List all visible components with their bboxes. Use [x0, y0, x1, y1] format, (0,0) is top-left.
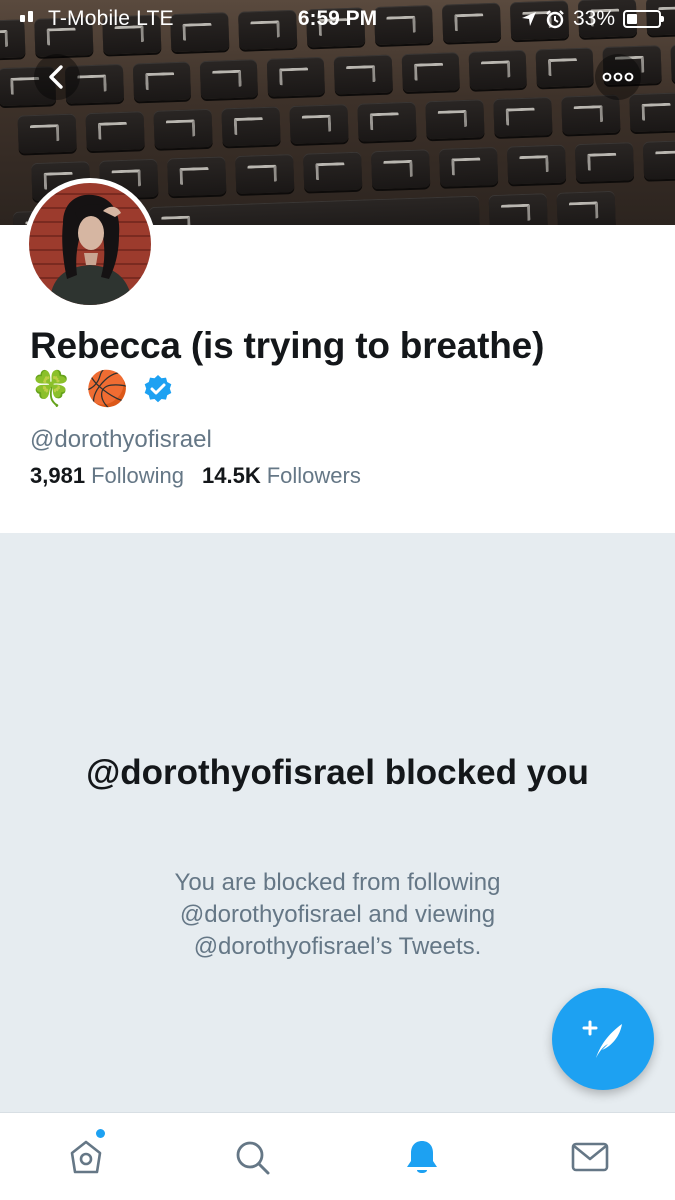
- followers-label: Followers: [266, 463, 361, 488]
- search-icon: [236, 1141, 270, 1175]
- location-arrow-icon: [521, 12, 536, 26]
- status-right-group: 33%: [521, 7, 664, 31]
- tab-notifications[interactable]: [398, 1133, 446, 1181]
- battery-icon: [623, 10, 664, 28]
- home-badge-dot: [96, 1129, 105, 1138]
- back-button[interactable]: [34, 54, 80, 100]
- profile-handle: @dorothyofisrael: [30, 426, 212, 453]
- verified-badge-icon: [144, 375, 171, 403]
- blocked-title: @dorothyofisrael blocked you: [86, 753, 589, 792]
- followers-count: 14.5K: [202, 463, 261, 488]
- blocked-description: You are blocked from following @dorothyo…: [174, 869, 501, 960]
- followers-link[interactable]: 14.5K Followers: [202, 463, 361, 489]
- following-link[interactable]: 3,981 Following: [30, 463, 184, 489]
- battery-percent: 33%: [572, 7, 615, 30]
- compose-tweet-icon: [582, 1020, 622, 1058]
- bell-icon: [407, 1141, 437, 1173]
- basketball-emoji: 🏀: [86, 370, 129, 408]
- envelope-icon: [571, 1142, 609, 1172]
- bottom-tab-bar: [0, 1112, 675, 1200]
- profile-badges: 🍀 🏀: [30, 372, 173, 406]
- tab-home[interactable]: [62, 1133, 110, 1181]
- avatar[interactable]: [24, 178, 156, 310]
- following-label: Following: [91, 463, 184, 488]
- clover-emoji: 🍀: [30, 370, 73, 408]
- alarm-clock-icon: [546, 10, 564, 29]
- ellipsis-icon: [602, 72, 634, 82]
- following-count: 3,981: [30, 463, 86, 488]
- profile-name: Rebecca (is trying to breathe): [30, 325, 545, 366]
- chevron-left-icon: [49, 65, 63, 89]
- avatar-photo: [29, 183, 151, 305]
- tab-messages[interactable]: [566, 1133, 614, 1181]
- more-options-button[interactable]: [595, 54, 641, 100]
- compose-tweet-button[interactable]: [552, 988, 654, 1090]
- status-bar: T-Mobile LTE 6:59 PM 33%: [0, 0, 675, 38]
- home-icon: [70, 1140, 102, 1174]
- tab-search[interactable]: [228, 1133, 276, 1181]
- profile-stats: 3,981 Following 14.5K Followers: [30, 463, 361, 489]
